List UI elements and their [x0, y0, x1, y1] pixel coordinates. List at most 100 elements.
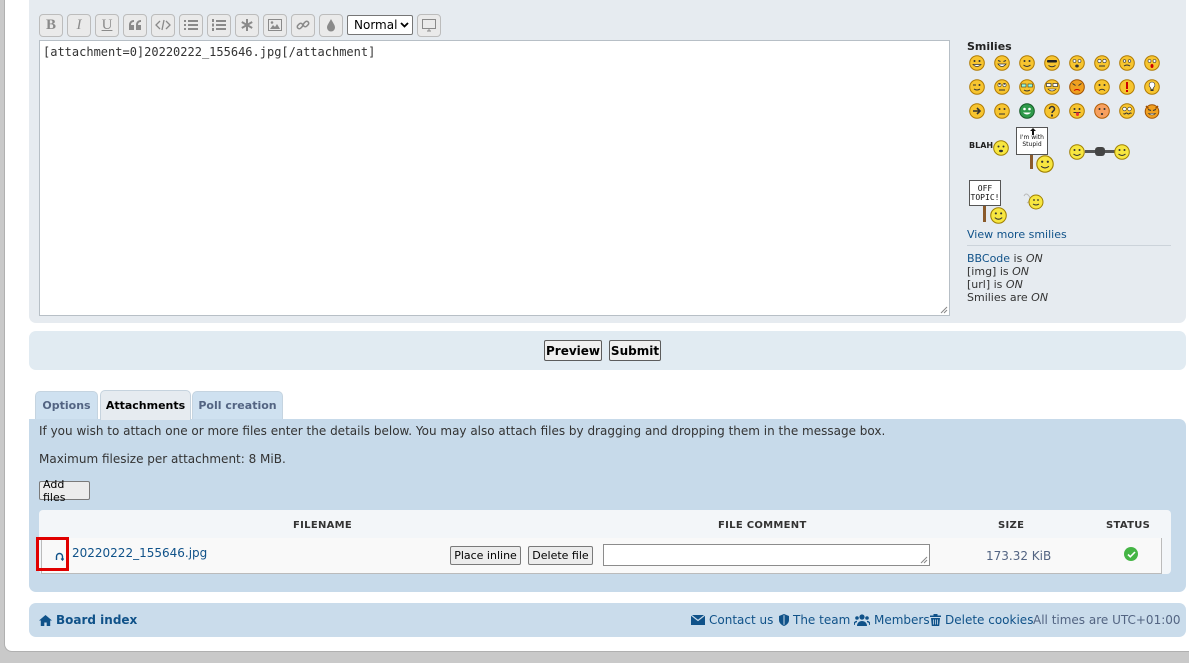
font-size-select[interactable]: Normal	[347, 15, 413, 35]
smiley-razz-icon[interactable]	[1069, 103, 1085, 119]
smilies-status: Smilies are ON	[967, 291, 1048, 304]
image-button[interactable]	[263, 13, 287, 37]
italic-button[interactable]: I	[67, 13, 91, 37]
smilies-divider	[967, 245, 1171, 246]
italic-glyph: I	[76, 16, 82, 33]
smiley-crazy-icon[interactable]	[1119, 103, 1135, 119]
stupid-sign: I'm with Stupid	[1016, 127, 1048, 155]
the-team-link[interactable]: The team	[779, 613, 850, 627]
smiley-left-icon	[1069, 144, 1085, 160]
code-button[interactable]	[151, 13, 175, 37]
attachment-size: 173.32 KiB	[986, 549, 1052, 563]
smilies-status-text: Smilies are	[967, 291, 1032, 304]
url-status-text: [url] is	[967, 278, 1006, 291]
smiley-mad-icon[interactable]	[1069, 79, 1085, 95]
envelope-icon	[691, 615, 705, 625]
add-files-button[interactable]: Add files	[39, 478, 90, 504]
ordered-list-button[interactable]	[207, 13, 231, 37]
smiley-wink-icon[interactable]	[969, 79, 985, 95]
smiley-question-icon[interactable]	[1044, 103, 1060, 119]
board-index-label: Board index	[56, 613, 138, 627]
place-inline-button[interactable]: Place inline	[450, 546, 521, 565]
column-file-comment: FILE COMMENT	[718, 520, 807, 531]
smiley-handshake[interactable]	[1069, 143, 1131, 163]
trash-icon	[930, 614, 941, 626]
smiley-sad-icon[interactable]	[1094, 79, 1110, 95]
sign-pole	[1030, 155, 1033, 169]
file-comment-input[interactable]	[603, 544, 930, 566]
board-index-link[interactable]: Board index	[39, 613, 137, 627]
attachments-panel: If you wish to attach one or more files …	[29, 419, 1186, 592]
underline-button[interactable]: U	[95, 13, 119, 37]
smiley-grin-icon[interactable]	[969, 55, 985, 71]
chevron-down-icon	[400, 22, 409, 28]
smiley-rolleyes-icon[interactable]	[994, 79, 1010, 95]
smilies-title: Smilies	[967, 40, 1012, 53]
smiley-idea-icon[interactable]	[1144, 79, 1160, 95]
smiley-right-icon	[1114, 144, 1130, 160]
smiley-arrow-icon[interactable]	[969, 103, 985, 119]
members-link[interactable]: Members	[854, 613, 930, 627]
smiley-off-topic[interactable]: OFF TOPIC!	[969, 180, 1014, 224]
bbcode-link[interactable]: BBCode	[967, 252, 1010, 265]
smiley-geek-icon[interactable]	[1019, 79, 1035, 95]
resize-grip-icon[interactable]	[940, 306, 948, 314]
tab-options[interactable]: Options	[35, 391, 98, 419]
tab-attachments[interactable]: Attachments	[100, 390, 191, 420]
smiley-blah[interactable]: BLAH	[969, 138, 1009, 160]
smiley-shocked-icon[interactable]	[1144, 55, 1160, 71]
smiley-ugeek-icon[interactable]	[1044, 79, 1060, 95]
bbcode-status: BBCode is ON	[967, 252, 1043, 265]
smiley-confused-icon[interactable]	[1119, 55, 1135, 71]
bold-glyph: B	[45, 16, 56, 33]
bold-button[interactable]: B	[39, 13, 63, 37]
timezone-text: All times are UTC+01:00	[1033, 613, 1181, 627]
delete-cookies-link[interactable]: Delete cookies	[930, 613, 1033, 627]
smiley-evil-icon[interactable]	[1144, 103, 1160, 119]
contact-us-link[interactable]: Contact us	[691, 613, 773, 627]
smiley-surprised-icon[interactable]	[1069, 55, 1085, 71]
editor-panel: B I U Normal [attachment=0]20220222_1556…	[29, 0, 1186, 323]
smiley-holder-icon	[990, 207, 1007, 224]
message-content: [attachment=0]20220222_155646.jpg[/attac…	[43, 45, 376, 59]
tab-poll-creation[interactable]: Poll creation	[192, 391, 283, 419]
smiley-smile-icon[interactable]	[1019, 55, 1035, 71]
preview-button[interactable]: Preview	[544, 340, 602, 361]
message-textarea[interactable]: [attachment=0]20220222_155646.jpg[/attac…	[39, 40, 950, 316]
smiley-laugh-icon[interactable]	[994, 55, 1010, 71]
checkmark-icon	[1126, 550, 1136, 558]
smiley-green-icon[interactable]	[1019, 103, 1035, 119]
color-button[interactable]	[319, 13, 343, 37]
link-button[interactable]	[291, 13, 315, 37]
smiley-with-stupid[interactable]: I'm with Stupid	[1016, 127, 1061, 173]
list-button[interactable]	[179, 13, 203, 37]
asterisk-button[interactable]	[235, 13, 259, 37]
url-state: ON	[1005, 278, 1023, 291]
column-status: STATUS	[1106, 520, 1151, 531]
preview-toggle-button[interactable]	[417, 13, 441, 37]
submit-button[interactable]: Submit	[609, 340, 661, 361]
contact-us-label: Contact us	[709, 613, 774, 627]
max-filesize-text: Maximum filesize per attachment: 8 MiB.	[39, 452, 286, 466]
list-icon	[184, 20, 198, 30]
smiley-cool-icon[interactable]	[1044, 55, 1060, 71]
smiley-holder-icon	[1036, 155, 1054, 173]
footer-navbar: Board index Contact us The team Members …	[29, 603, 1186, 637]
quote-button[interactable]	[123, 13, 147, 37]
smiley-eek-icon[interactable]	[1094, 55, 1110, 71]
smiley-exclaim-icon[interactable]	[1119, 79, 1135, 95]
smiley-redface-icon[interactable]	[1094, 103, 1110, 119]
color-drop-icon	[327, 18, 335, 31]
arrow-up-icon	[1030, 128, 1036, 135]
attachments-intro: If you wish to attach one or more files …	[39, 424, 886, 438]
delete-file-button[interactable]: Delete file	[528, 546, 593, 565]
smiley-wave-icon[interactable]	[1022, 192, 1046, 212]
ordered-list-icon	[212, 19, 226, 31]
resize-grip-icon[interactable]	[920, 556, 928, 564]
view-more-smilies-link[interactable]: View more smilies	[967, 228, 1067, 241]
page: B I U Normal [attachment=0]20220222_1556…	[4, 0, 1189, 652]
column-size: SIZE	[998, 520, 1025, 531]
smiley-neutral-icon[interactable]	[994, 103, 1010, 119]
attachment-filename-link[interactable]: 20220222_155646.jpg	[72, 546, 207, 560]
img-status-text: [img] is	[967, 265, 1013, 278]
